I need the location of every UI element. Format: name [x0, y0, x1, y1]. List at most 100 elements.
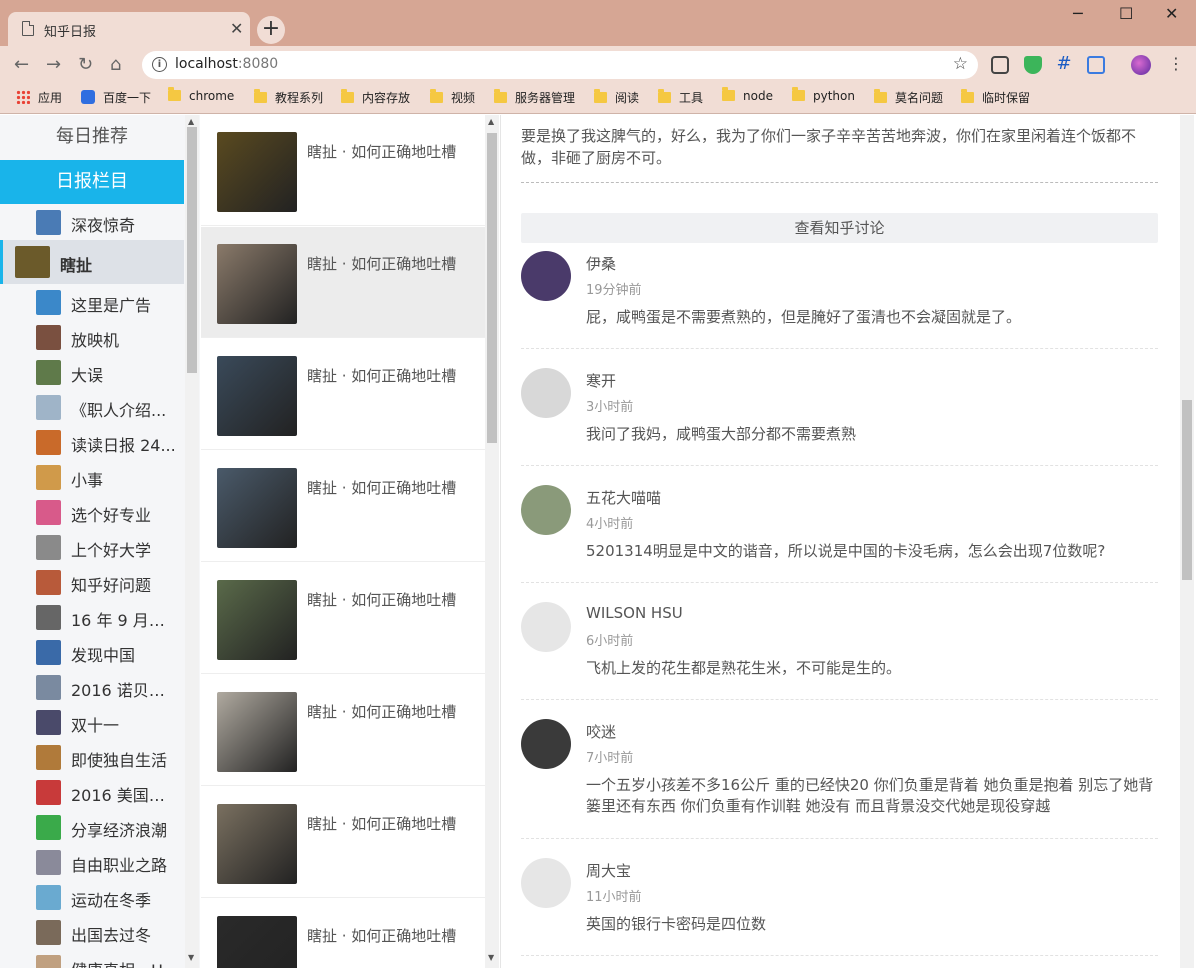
sidebar-item[interactable]: 读读日报 24... — [0, 425, 184, 460]
folder-icon — [430, 89, 443, 103]
story-item[interactable]: 瞎扯 · 如何正确地吐槽 — [201, 899, 485, 968]
avatar[interactable] — [521, 368, 571, 418]
minimize-button[interactable]: ─ — [1073, 4, 1083, 23]
scroll-up-arrow[interactable]: ▲ — [488, 117, 494, 126]
sidebar-item[interactable]: 2016 诺贝尔... — [0, 670, 184, 705]
sidebar-item[interactable]: 2016 美国大... — [0, 775, 184, 810]
bookmark-item[interactable]: 百度一下 — [81, 89, 151, 109]
story-item[interactable]: 瞎扯 · 如何正确地吐槽 — [201, 451, 485, 562]
extension-shield-icon[interactable] — [1024, 56, 1042, 74]
close-window-button[interactable]: ✕ — [1165, 4, 1178, 23]
forward-icon[interactable]: → — [46, 54, 61, 75]
daily-recommend-link[interactable]: 每日推荐 — [0, 115, 184, 159]
story-item[interactable]: 瞎扯 · 如何正确地吐槽 — [201, 227, 485, 338]
bookmark-star-icon[interactable]: ☆ — [953, 54, 968, 74]
avatar[interactable] — [521, 602, 571, 652]
maximize-button[interactable]: ☐ — [1119, 4, 1133, 23]
extension-link-icon[interactable] — [1087, 56, 1105, 74]
comment-author[interactable]: 伊桑 — [586, 253, 616, 274]
reload-icon[interactable]: ↻ — [78, 54, 93, 75]
scrollbar-thumb[interactable] — [1182, 400, 1192, 580]
sidebar-item[interactable]: 发现中国 — [0, 635, 184, 670]
article-scrollbar[interactable] — [1180, 115, 1194, 968]
comment-author[interactable]: 五花大喵喵 — [586, 487, 661, 508]
menu-icon[interactable]: ⋮ — [1168, 54, 1184, 73]
columns-header[interactable]: 日报栏目 — [0, 160, 184, 204]
sidebar-item[interactable]: 分享经济浪潮 — [0, 810, 184, 845]
bookmark-item[interactable]: 教程系列 — [254, 89, 323, 109]
scroll-up-arrow[interactable]: ▲ — [188, 117, 194, 126]
sidebar-item[interactable]: 健康真相，H... — [0, 950, 184, 968]
sidebar-item[interactable]: 知乎好问题 — [0, 565, 184, 600]
comment-author[interactable]: WILSON HSU — [586, 604, 683, 622]
profile-avatar[interactable] — [1131, 55, 1151, 75]
column-thumbnail — [36, 570, 61, 595]
avatar[interactable] — [521, 719, 571, 769]
sidebar-item[interactable]: 深夜惊奇 — [0, 205, 184, 240]
sidebar-item[interactable]: 选个好专业 — [0, 495, 184, 530]
address-bar[interactable]: i localhost:8080 ☆ — [142, 51, 978, 79]
sidebar-item-label: 2016 美国大... — [71, 786, 179, 805]
new-tab-button[interactable]: + — [257, 16, 285, 44]
bookmark-item[interactable]: python — [792, 87, 855, 109]
avatar[interactable] — [521, 485, 571, 535]
scrollbar-thumb[interactable] — [187, 127, 197, 373]
extension-grid-icon[interactable]: # — [1055, 55, 1073, 74]
comment-author[interactable]: 周大宝 — [586, 860, 631, 881]
bookmark-item[interactable]: 阅读 — [594, 89, 639, 109]
scrollbar-thumb[interactable] — [487, 133, 497, 443]
bookmark-item[interactable]: node — [722, 87, 773, 109]
sidebar-scrollbar[interactable]: ▲ ▼ — [185, 115, 199, 968]
bookmark-item[interactable]: 应用 — [16, 89, 62, 109]
story-item[interactable]: 瞎扯 · 如何正确地吐槽 — [201, 675, 485, 786]
view-zhihu-discussion-button[interactable]: 查看知乎讨论 — [521, 213, 1158, 243]
story-item[interactable]: 瞎扯 · 如何正确地吐槽 — [201, 339, 485, 450]
sidebar-item[interactable]: 上个好大学 — [0, 530, 184, 565]
sidebar-item[interactable]: 《职人介绍... — [0, 390, 184, 425]
column-thumbnail — [36, 465, 61, 490]
sidebar-item[interactable]: 出国去过冬 — [0, 915, 184, 950]
comment-author[interactable]: 咬迷 — [586, 721, 616, 742]
home-icon[interactable]: ⌂ — [110, 54, 121, 75]
sidebar-item[interactable]: 瞎扯 — [0, 240, 184, 284]
back-icon[interactable]: ← — [14, 54, 29, 75]
bookmark-label: 服务器管理 — [515, 91, 576, 105]
sidebar-item[interactable]: 16 年 9 月苹... — [0, 600, 184, 635]
browser-toolbar: ← → ↻ ⌂ i localhost:8080 ☆ # ⋮ — [0, 46, 1196, 84]
avatar[interactable] — [521, 251, 571, 301]
sidebar-item[interactable]: 放映机 — [0, 320, 184, 355]
column-thumbnail — [36, 290, 61, 315]
sidebar-item[interactable]: 自由职业之路 — [0, 845, 184, 880]
sidebar-item[interactable]: 运动在冬季 — [0, 880, 184, 915]
avatar[interactable] — [521, 858, 571, 908]
folder-icon — [494, 89, 507, 103]
folder-icon — [341, 89, 354, 103]
tab-close-icon[interactable]: ✕ — [230, 19, 243, 38]
bookmark-item[interactable]: chrome — [168, 87, 235, 109]
story-item[interactable]: 瞎扯 · 如何正确地吐槽 — [201, 115, 485, 226]
site-info-icon[interactable]: i — [152, 57, 167, 72]
sidebar-item-label: 读读日报 24... — [71, 436, 176, 455]
bookmark-item[interactable]: 临时保留 — [961, 89, 1030, 109]
comment-text: 5201314明显是中文的谐音，所以说是中国的卡没毛病，怎么会出现7位数呢? — [586, 542, 1106, 560]
bookmark-item[interactable]: 工具 — [658, 89, 703, 109]
url-host: localhost — [175, 56, 238, 72]
story-item[interactable]: 瞎扯 · 如何正确地吐槽 — [201, 563, 485, 674]
sidebar-item[interactable]: 双十一 — [0, 705, 184, 740]
bookmark-item[interactable]: 视频 — [430, 89, 475, 109]
scroll-down-arrow[interactable]: ▼ — [488, 953, 494, 962]
bookmark-item[interactable]: 服务器管理 — [494, 89, 575, 109]
extension-lightbulb-icon[interactable] — [991, 56, 1009, 74]
bookmark-label: chrome — [189, 89, 235, 103]
sidebar-item[interactable]: 大误 — [0, 355, 184, 390]
scroll-down-arrow[interactable]: ▼ — [188, 953, 194, 962]
sidebar-item[interactable]: 这里是广告 — [0, 285, 184, 320]
story-item[interactable]: 瞎扯 · 如何正确地吐槽 — [201, 787, 485, 898]
browser-tab[interactable]: 知乎日报 ✕ — [8, 12, 250, 46]
story-list-scrollbar[interactable]: ▲ ▼ — [485, 115, 499, 968]
comment-author[interactable]: 寒开 — [586, 370, 616, 391]
sidebar-item[interactable]: 即使独自生活 — [0, 740, 184, 775]
bookmark-item[interactable]: 莫名问题 — [874, 89, 943, 109]
sidebar-item[interactable]: 小事 — [0, 460, 184, 495]
bookmark-item[interactable]: 内容存放 — [341, 89, 410, 109]
